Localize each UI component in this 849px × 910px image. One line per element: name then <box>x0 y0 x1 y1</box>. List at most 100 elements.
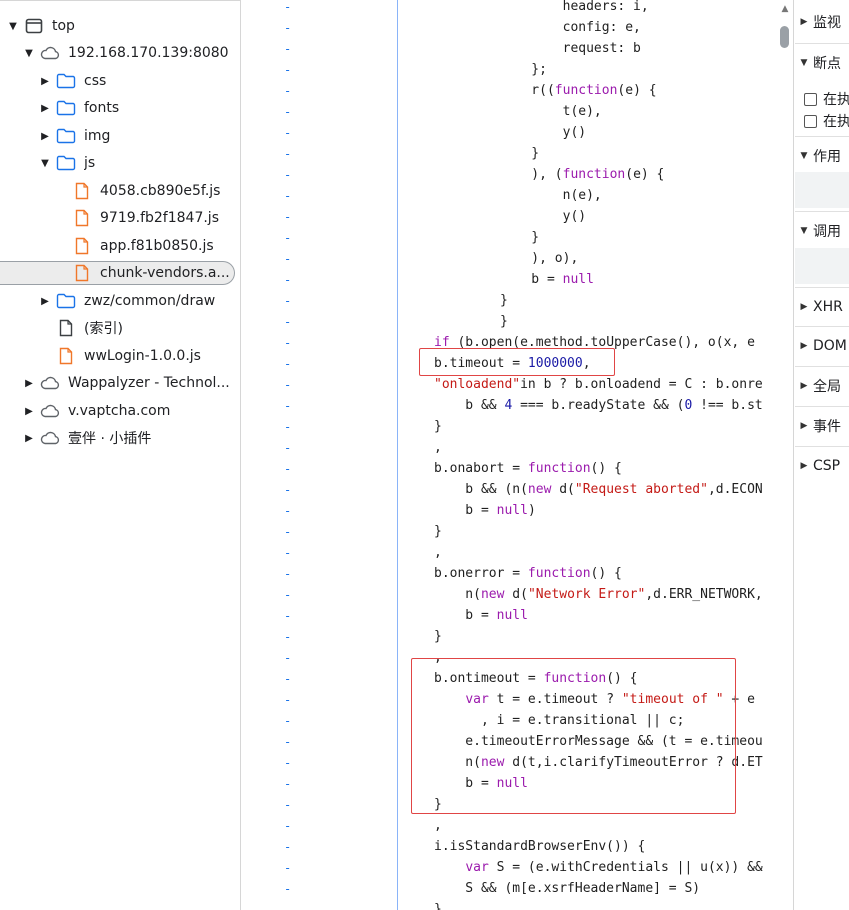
gutter-line-marker[interactable]: - <box>284 420 291 434</box>
sidebar-section-header[interactable]: ▶ CSP <box>795 446 849 484</box>
gutter-line-marker[interactable]: - <box>284 462 291 476</box>
gutter-line-marker[interactable]: - <box>284 42 291 56</box>
code-line: , i = e.transitional || c; <box>434 710 685 731</box>
collapsed-arrow-icon[interactable]: ▶ <box>24 433 34 444</box>
tree-item[interactable]: ▼ top <box>0 14 240 38</box>
code-editor[interactable]: headers: i, config: e, request: b }; r((… <box>399 0 776 910</box>
gutter-line-marker[interactable]: - <box>284 819 291 833</box>
debugger-sidebar: ▶ 监视 ▼ 断点 ▼ 作用 ▼ 调用 ▶ XHR ▶ DOM ▶ 全局 ▶ 事件 ▶ CSP 在执 在执 <box>795 0 849 910</box>
gutter-line-marker[interactable]: - <box>284 693 291 707</box>
gutter-line-marker[interactable]: - <box>284 672 291 686</box>
gutter-line-marker[interactable]: - <box>284 798 291 812</box>
tree-item[interactable]: 9719.fb2f1847.js <box>0 206 240 230</box>
gutter-line-marker[interactable]: - <box>284 588 291 602</box>
gutter-line-marker[interactable]: - <box>284 84 291 98</box>
code-token: } <box>500 230 540 245</box>
gutter-line-marker[interactable]: - <box>284 378 291 392</box>
tree-item[interactable]: ▶ v.vaptcha.com <box>0 399 240 423</box>
gutter-line-marker[interactable]: - <box>284 714 291 728</box>
scroll-thumb[interactable] <box>780 26 789 48</box>
gutter-line-marker[interactable]: - <box>284 126 291 140</box>
code-line: headers: i, <box>500 0 649 17</box>
gutter-line-marker[interactable]: - <box>284 63 291 77</box>
collapsed-arrow-icon[interactable]: ▶ <box>40 103 50 114</box>
tree-item[interactable]: ▶ Wappalyzer - Technol... <box>0 371 240 395</box>
tree-item[interactable]: ▶ img <box>0 124 240 148</box>
collapsed-arrow-icon[interactable]: ▶ <box>24 406 34 417</box>
collapsed-arrow-icon[interactable]: ▶ <box>40 296 50 307</box>
gutter-line-marker[interactable]: - <box>284 252 291 266</box>
gutter-line-marker[interactable]: - <box>284 105 291 119</box>
code-scrollbar[interactable]: ▲ <box>776 0 794 910</box>
scroll-up-arrow-icon[interactable]: ▲ <box>780 4 790 16</box>
code-token: 1000000 <box>527 356 583 371</box>
sidebar-section-header[interactable]: ▶ 监视 <box>795 3 849 41</box>
gutter-line-marker[interactable]: - <box>284 735 291 749</box>
tree-item[interactable]: ▼ 192.168.170.139:8080 <box>0 41 240 65</box>
gutter-line-marker[interactable]: - <box>284 147 291 161</box>
gutter-line-marker[interactable]: - <box>284 21 291 35</box>
expanded-arrow-icon[interactable]: ▼ <box>24 48 34 59</box>
gutter-line-marker[interactable]: - <box>284 504 291 518</box>
gutter-line-marker[interactable]: - <box>284 357 291 371</box>
code-token: () { <box>590 566 622 581</box>
breakpoint-checkbox-row[interactable]: 在执 <box>804 89 849 109</box>
tree-item[interactable]: ▶ zwz/common/draw <box>0 289 240 313</box>
code-line: e.timeoutErrorMessage && (t = e.timeou <box>434 731 762 752</box>
code-token: }; <box>500 62 547 77</box>
sidebar-section-header[interactable]: ▼ 断点 <box>795 43 849 81</box>
gutter-line-marker[interactable]: - <box>284 189 291 203</box>
code-token: === b.readyState && ( <box>512 398 685 413</box>
tree-item[interactable]: 4058.cb890e5f.js <box>0 179 240 203</box>
sidebar-section-header[interactable]: ▶ 全局 <box>795 366 849 404</box>
tree-item[interactable]: ▶ fonts <box>0 96 240 120</box>
gutter-line-marker[interactable]: - <box>284 903 291 910</box>
gutter-line-marker[interactable]: - <box>284 756 291 770</box>
gutter-line-marker[interactable]: - <box>284 294 291 308</box>
gutter-line-marker[interactable]: - <box>284 483 291 497</box>
tree-item[interactable]: ▼ js <box>0 151 240 175</box>
gutter-line-marker[interactable]: - <box>284 567 291 581</box>
gutter-line-marker[interactable]: - <box>284 882 291 896</box>
sidebar-section-label: 断点 <box>813 55 841 72</box>
gutter-line-marker[interactable]: - <box>284 210 291 224</box>
collapsed-arrow-icon[interactable]: ▶ <box>40 131 50 142</box>
tree-item[interactable]: (索引) <box>0 316 240 340</box>
sidebar-section-header[interactable]: ▶ 事件 <box>795 406 849 444</box>
gutter-line-marker[interactable]: - <box>284 231 291 245</box>
gutter-line-marker[interactable]: - <box>284 651 291 665</box>
gutter-line-marker[interactable]: - <box>284 273 291 287</box>
gutter-line-marker[interactable]: - <box>284 441 291 455</box>
gutter-line-marker[interactable]: - <box>284 777 291 791</box>
arrow-placeholder <box>56 186 66 196</box>
gutter-line-marker[interactable]: - <box>284 525 291 539</box>
expanded-arrow-icon[interactable]: ▼ <box>8 21 18 32</box>
gutter-line-marker[interactable]: - <box>284 840 291 854</box>
gutter-line-marker[interactable]: - <box>284 168 291 182</box>
sidebar-section-header[interactable]: ▼ 调用 <box>795 211 849 249</box>
sidebar-section-header[interactable]: ▶ XHR <box>795 287 849 325</box>
checkbox[interactable] <box>804 92 817 106</box>
collapsed-arrow-icon[interactable]: ▶ <box>24 378 34 389</box>
tree-item[interactable]: wwLogin-1.0.0.js <box>0 344 240 368</box>
expanded-arrow-icon[interactable]: ▼ <box>40 158 50 169</box>
sidebar-section-header[interactable]: ▼ 作用 <box>795 136 849 174</box>
gutter-line-marker[interactable]: - <box>284 861 291 875</box>
code-token: n( <box>434 755 481 770</box>
gutter-line-marker[interactable]: - <box>284 0 291 14</box>
tree-item[interactable]: app.f81b0850.js <box>0 234 240 258</box>
gutter-line-marker[interactable]: - <box>284 630 291 644</box>
gutter-line-marker[interactable]: - <box>284 315 291 329</box>
gutter-line-marker[interactable]: - <box>284 336 291 350</box>
gutter-line-marker[interactable]: - <box>284 609 291 623</box>
tree-item[interactable]: ▶ 壹伴 · 小插件 <box>0 426 240 450</box>
sidebar-section-header[interactable]: ▶ DOM <box>795 326 849 364</box>
tree-item[interactable]: chunk-vendors.a... <box>0 261 240 285</box>
checkbox[interactable] <box>804 114 817 128</box>
gutter-line-marker[interactable]: - <box>284 399 291 413</box>
gutter-line-marker[interactable]: - <box>284 546 291 560</box>
tree-item[interactable]: ▶ css <box>0 69 240 93</box>
breakpoint-checkbox-row[interactable]: 在执 <box>804 111 849 131</box>
collapsed-arrow-icon[interactable]: ▶ <box>40 76 50 87</box>
code-line: }; <box>500 59 547 80</box>
